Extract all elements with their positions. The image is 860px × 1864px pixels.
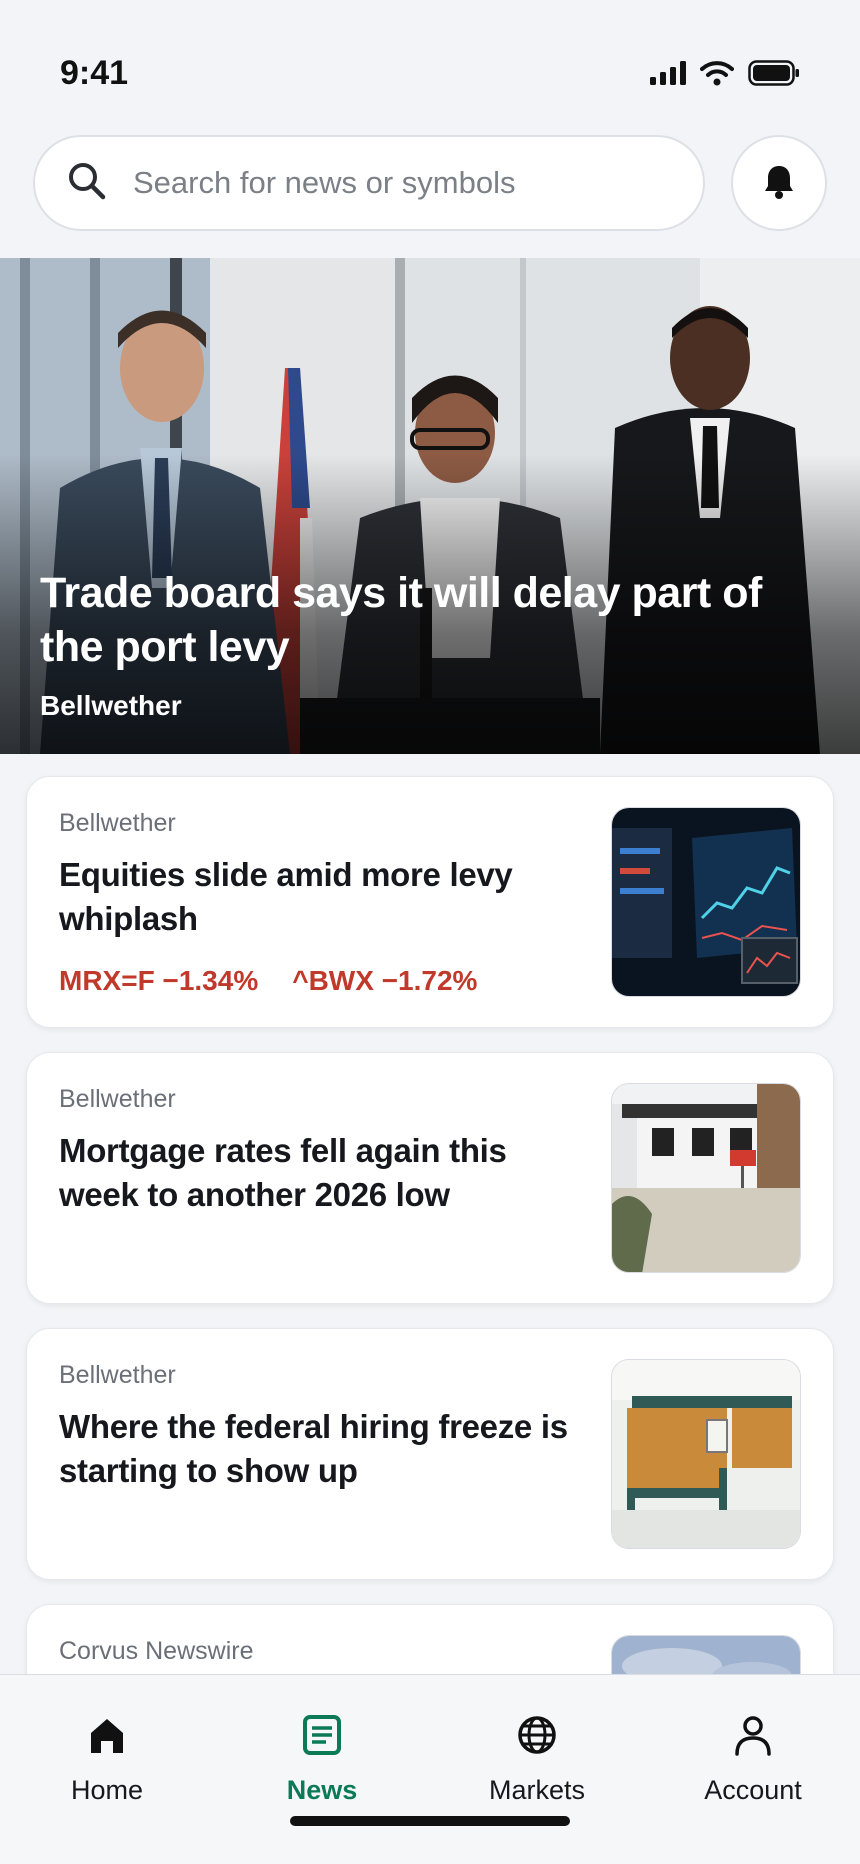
nav-item-markets[interactable]: Markets bbox=[452, 1711, 622, 1806]
search-icon bbox=[67, 161, 107, 206]
person-icon bbox=[668, 1711, 838, 1759]
signal-icon bbox=[650, 61, 686, 90]
article-thumbnail bbox=[611, 807, 801, 997]
hero-story[interactable]: Trade board says it will delay part of t… bbox=[0, 258, 860, 754]
ticker-change: −1.72% bbox=[381, 965, 478, 996]
wifi-icon bbox=[700, 60, 734, 91]
ticker-chip[interactable]: MRX=F −1.34% bbox=[59, 965, 258, 997]
article-thumbnail bbox=[611, 1359, 801, 1549]
ticker-symbol: ^BWX bbox=[292, 965, 374, 996]
article-headline[interactable]: Equities slide amid more levy whiplash bbox=[59, 853, 579, 941]
search-bar[interactable] bbox=[33, 135, 705, 231]
hero-source: Bellwether bbox=[40, 690, 182, 721]
bottom-nav: Home News Markets Account bbox=[0, 1674, 860, 1864]
article-source: Bellwether bbox=[59, 809, 176, 837]
article-source: Bellwether bbox=[59, 1361, 176, 1389]
ticker-change: −1.34% bbox=[162, 965, 259, 996]
nav-item-account[interactable]: Account bbox=[668, 1711, 838, 1806]
ticker-list: MRX=F −1.34% ^BWX −1.72% bbox=[59, 965, 477, 997]
article-source: Corvus Newswire bbox=[59, 1637, 254, 1665]
nav-label-news: News bbox=[286, 1775, 358, 1805]
article-card[interactable]: Bellwether Equities slide amid more levy… bbox=[26, 776, 834, 1028]
nav-label-markets: Markets bbox=[488, 1775, 586, 1805]
status-icons bbox=[650, 60, 800, 91]
article-thumbnail bbox=[611, 1083, 801, 1273]
status-time: 9:41 bbox=[60, 54, 129, 92]
nav-label-home: Home bbox=[70, 1775, 144, 1805]
article-headline[interactable]: Where the federal hiring freeze is start… bbox=[59, 1405, 579, 1493]
hero-headline[interactable]: Trade board says it will delay part of t… bbox=[40, 566, 800, 674]
globe-icon bbox=[452, 1711, 622, 1759]
article-card[interactable]: Bellwether Mortgage rates fell again thi… bbox=[26, 1052, 834, 1304]
news-icon bbox=[237, 1711, 407, 1759]
bell-icon bbox=[763, 163, 795, 204]
nav-item-news[interactable]: News bbox=[237, 1711, 407, 1806]
ticker-chip[interactable]: ^BWX −1.72% bbox=[292, 965, 477, 997]
home-indicator bbox=[290, 1816, 570, 1826]
home-icon bbox=[22, 1711, 192, 1759]
article-source: Bellwether bbox=[59, 1085, 176, 1113]
notifications-button[interactable] bbox=[731, 135, 827, 231]
nav-item-home[interactable]: Home bbox=[22, 1711, 192, 1806]
status-bar: 9:41 bbox=[0, 0, 860, 120]
article-card[interactable]: Bellwether Where the federal hiring free… bbox=[26, 1328, 834, 1580]
article-headline[interactable]: Mortgage rates fell again this week to a… bbox=[59, 1129, 579, 1217]
nav-label-account: Account bbox=[704, 1775, 802, 1805]
search-input[interactable] bbox=[133, 165, 693, 201]
ticker-symbol: MRX=F bbox=[59, 965, 155, 996]
battery-icon bbox=[748, 60, 800, 91]
